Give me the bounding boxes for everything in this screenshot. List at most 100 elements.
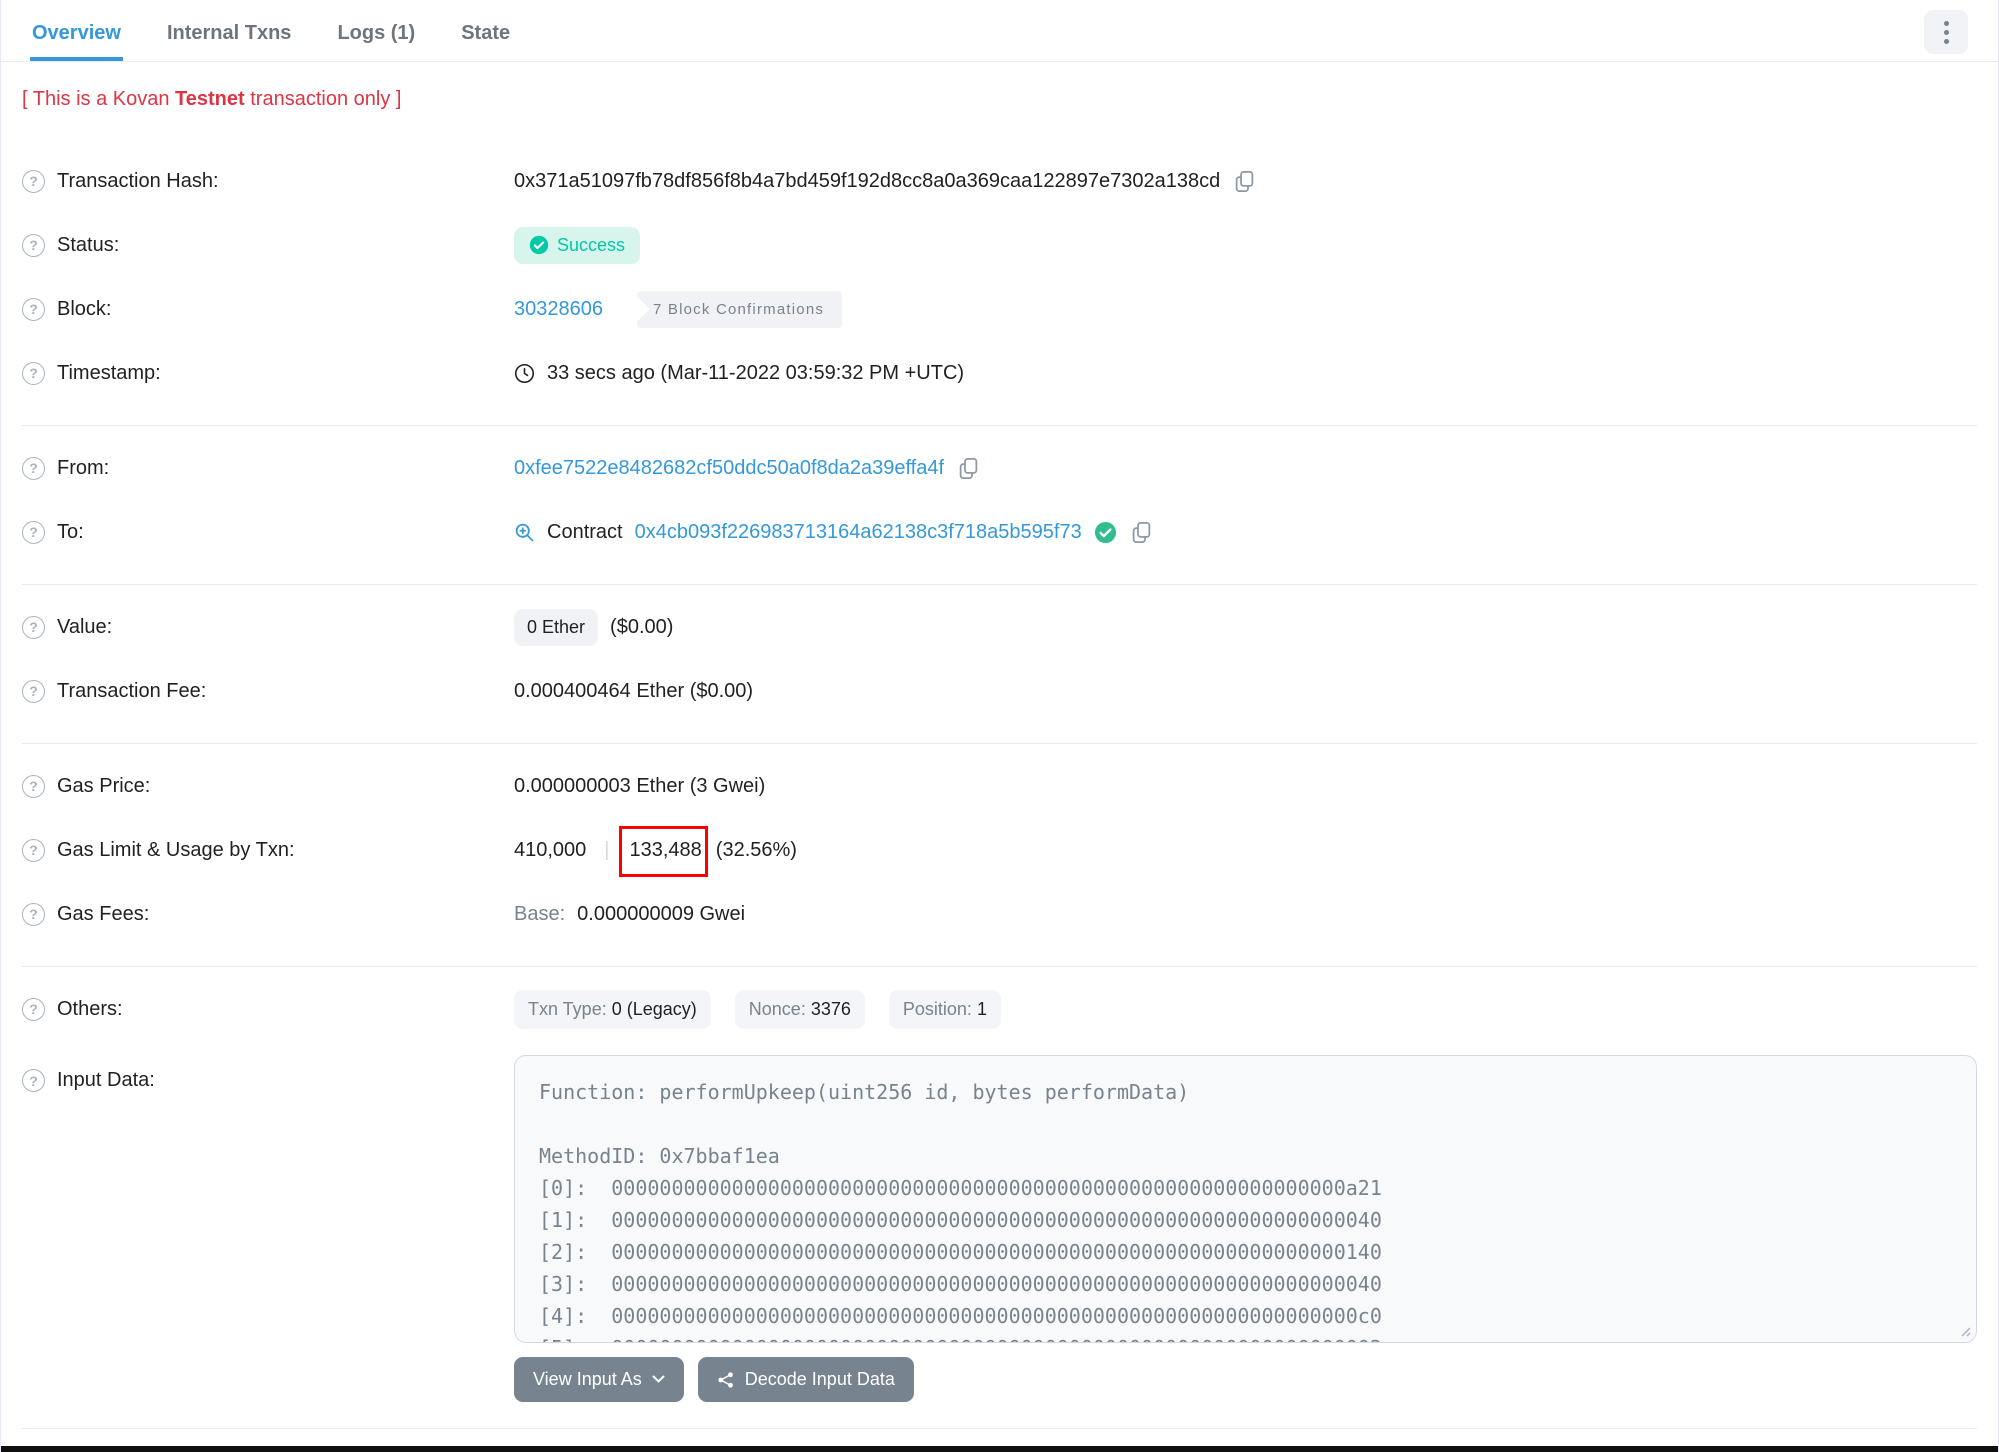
value-badge: 0 Ether xyxy=(514,608,599,646)
help-icon[interactable]: ? xyxy=(22,520,45,544)
help-icon[interactable]: ? xyxy=(22,361,45,385)
tab-state[interactable]: State xyxy=(459,4,512,61)
decode-icon xyxy=(718,1371,733,1388)
gas-limit-usage-label: Gas Limit & Usage by Txn: xyxy=(57,838,295,861)
gas-usage-annotated: 133,488 xyxy=(618,825,709,877)
row-from: ? From: 0xfee7522e8482682cf50ddc50a0f8da… xyxy=(22,436,1977,500)
help-icon[interactable]: ? xyxy=(22,838,45,862)
tab-internal-txns[interactable]: Internal Txns xyxy=(165,4,293,61)
gas-usage-value: 133,488 xyxy=(629,838,702,861)
to-address-link[interactable]: 0x4cb093f226983713164a62138c3f718a5b595f… xyxy=(635,521,1082,544)
help-icon[interactable]: ? xyxy=(22,615,45,639)
tab-overview[interactable]: Overview xyxy=(30,4,123,61)
txn-type-value: 0 (Legacy) xyxy=(611,998,697,1019)
resize-handle-icon[interactable] xyxy=(1957,1323,1971,1337)
row-block: ? Block: 30328606 7 Block Confirmations xyxy=(22,277,1977,341)
nonce-value: 3376 xyxy=(810,998,851,1019)
help-icon[interactable]: ? xyxy=(22,679,45,703)
copy-to-address-button[interactable] xyxy=(1129,521,1154,544)
value-usd: ($0.00) xyxy=(610,615,674,638)
help-icon[interactable]: ? xyxy=(22,774,45,798)
row-value: ? Value: 0 Ether ($0.00) xyxy=(22,595,1977,659)
gas-fees-base-label: Base: xyxy=(514,902,566,925)
help-icon[interactable]: ? xyxy=(22,1069,45,1092)
gas-separator: | xyxy=(604,838,610,861)
section-parties: ? From: 0xfee7522e8482682cf50ddc50a0f8da… xyxy=(22,426,1977,585)
row-status: ? Status: Success xyxy=(22,213,1977,277)
decode-input-data-button[interactable]: Decode Input Data xyxy=(697,1357,914,1402)
notice-prefix: [ This is a Kovan xyxy=(22,88,176,110)
section-value: ? Value: 0 Ether ($0.00) ? Transaction F… xyxy=(22,585,1977,744)
timestamp-value: 33 secs ago (Mar-11-2022 03:59:32 PM +UT… xyxy=(547,361,965,384)
row-gas-limit-usage: ? Gas Limit & Usage by Txn: 410,000 | 13… xyxy=(22,818,1977,882)
value-label: Value: xyxy=(57,615,113,638)
bottom-divider xyxy=(1,1446,1998,1452)
status-label: Status: xyxy=(57,233,120,256)
input-data-content: Function: performUpkeep(uint256 id, byte… xyxy=(539,1080,1382,1342)
copy-from-address-button[interactable] xyxy=(956,457,981,480)
tab-bar: Overview Internal Txns Logs (1) State xyxy=(1,0,1998,62)
decode-input-data-label: Decode Input Data xyxy=(744,1369,895,1389)
copy-icon xyxy=(1236,170,1254,192)
to-label: To: xyxy=(57,520,84,543)
from-address-link[interactable]: 0xfee7522e8482682cf50ddc50a0f8da2a39effa… xyxy=(514,457,944,480)
testnet-notice: [ This is a Kovan Testnet transaction on… xyxy=(1,62,1998,139)
input-data-label: Input Data: xyxy=(57,1069,155,1091)
help-icon[interactable]: ? xyxy=(22,169,45,193)
row-others: ? Others: Txn Type: 0 (Legacy) Nonce: 33… xyxy=(22,977,1977,1041)
notice-bold: Testnet xyxy=(175,88,245,110)
nonce-key: Nonce: xyxy=(748,998,806,1019)
chevron-down-icon xyxy=(652,1375,665,1383)
tab-logs[interactable]: Logs (1) xyxy=(335,4,417,61)
input-data-actions: View Input As Decode Input Data xyxy=(514,1357,1977,1402)
copy-icon xyxy=(959,457,978,479)
transaction-hash-value: 0x371a51097fb78df856f8b4a7bd459f192d8cc8… xyxy=(514,169,1221,192)
help-icon[interactable]: ? xyxy=(22,456,45,480)
help-icon[interactable]: ? xyxy=(22,997,45,1021)
txn-type-badge: Txn Type: 0 (Legacy) xyxy=(514,989,711,1029)
help-icon[interactable]: ? xyxy=(22,233,45,257)
position-badge: Position: 1 xyxy=(888,989,1001,1029)
more-options-button[interactable] xyxy=(1924,10,1968,54)
nonce-badge: Nonce: 3376 xyxy=(734,989,865,1029)
row-transaction-hash: ? Transaction Hash: 0x371a51097fb78df856… xyxy=(22,149,1977,213)
verified-check-icon xyxy=(1094,521,1116,543)
copy-icon xyxy=(1132,521,1150,543)
magnifier-plus-icon[interactable] xyxy=(514,522,535,543)
gas-price-label: Gas Price: xyxy=(57,774,151,797)
row-gas-fees: ? Gas Fees: Base: 0.000000009 Gwei xyxy=(22,882,1977,946)
view-input-as-label: View Input As xyxy=(533,1369,642,1389)
transaction-fee-label: Transaction Fee: xyxy=(57,679,207,702)
section-summary: ? Transaction Hash: 0x371a51097fb78df856… xyxy=(22,139,1977,426)
block-confirmations-badge: 7 Block Confirmations xyxy=(636,290,843,328)
help-icon[interactable]: ? xyxy=(22,297,45,321)
from-label: From: xyxy=(57,456,110,479)
copy-hash-button[interactable] xyxy=(1232,170,1257,193)
view-input-as-button[interactable]: View Input As xyxy=(514,1357,684,1402)
transaction-fee-value: 0.000400464 Ether ($0.00) xyxy=(514,679,754,702)
position-key: Position: xyxy=(902,998,972,1019)
help-icon[interactable]: ? xyxy=(22,902,45,926)
gas-price-value: 0.000000003 Ether (3 Gwei) xyxy=(514,774,766,797)
row-input-data: ? Input Data: Function: performUpkeep(ui… xyxy=(22,1055,1977,1343)
gas-fees-base-value: 0.000000009 Gwei xyxy=(577,902,746,925)
notice-suffix: transaction only ] xyxy=(244,88,402,110)
block-label: Block: xyxy=(57,297,112,320)
position-value: 1 xyxy=(976,998,987,1019)
status-badge-text: Success xyxy=(557,234,626,255)
row-gas-price: ? Gas Price: 0.000000003 Ether (3 Gwei) xyxy=(22,754,1977,818)
gas-fees-label: Gas Fees: xyxy=(57,902,150,925)
to-contract-word: Contract xyxy=(547,520,623,543)
txn-type-key: Txn Type: xyxy=(528,998,607,1019)
clock-icon xyxy=(514,363,535,383)
status-badge: Success xyxy=(514,226,641,264)
input-data-box[interactable]: Function: performUpkeep(uint256 id, byte… xyxy=(514,1055,1977,1343)
gas-limit-value: 410,000 xyxy=(514,838,587,861)
gas-usage-percent: (32.56%) xyxy=(715,838,797,861)
block-number-link[interactable]: 30328606 xyxy=(514,298,603,321)
check-circle-icon xyxy=(529,235,549,255)
transaction-hash-label: Transaction Hash: xyxy=(57,169,219,192)
kebab-icon xyxy=(1943,20,1949,26)
timestamp-label: Timestamp: xyxy=(57,361,161,384)
section-others-input: ? Others: Txn Type: 0 (Legacy) Nonce: 33… xyxy=(22,967,1977,1429)
